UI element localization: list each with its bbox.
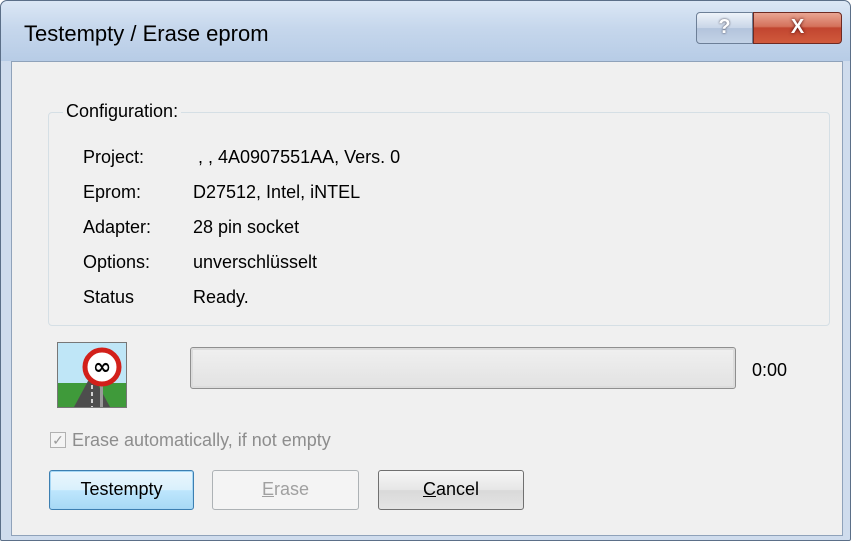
- help-icon: ?: [718, 16, 731, 38]
- adapter-label: Adapter:: [83, 217, 152, 237]
- project-value: , , 4A0907551AA, Vers. 0: [193, 147, 401, 167]
- close-icon: X: [790, 16, 805, 38]
- status-value: Ready.: [193, 287, 249, 307]
- eprom-value: D27512, Intel, iNTEL: [193, 182, 361, 202]
- infinity-road-sign-icon: ∞: [57, 342, 127, 408]
- status-label: Status: [83, 287, 135, 307]
- erase-mnemonic: E: [261, 479, 274, 499]
- svg-text:∞: ∞: [93, 355, 111, 380]
- configuration-legend: Configuration:: [63, 101, 182, 122]
- elapsed-time: 0:00: [752, 360, 788, 380]
- options-label: Options:: [83, 252, 151, 272]
- adapter-value: 28 pin socket: [193, 217, 300, 237]
- options-value: unverschlüsselt: [193, 252, 318, 272]
- progress-bar: [190, 347, 736, 389]
- erase-automatically-label: Erase automatically, if not empty: [72, 430, 331, 450]
- erase-automatically-checkbox[interactable]: ✓: [50, 432, 66, 448]
- config-row-project: Project: , , 4A0907551AA, Vers. 0: [83, 147, 400, 168]
- config-row-status: Status Ready.: [83, 287, 249, 308]
- dialog-window: Testempty / Erase eprom ? X Configuratio…: [0, 0, 851, 541]
- erase-button[interactable]: Erase: [212, 470, 359, 510]
- window-title: Testempty / Erase eprom: [24, 21, 269, 46]
- title-bar[interactable]: Testempty / Erase eprom ? X: [1, 1, 850, 61]
- config-row-eprom: Eprom: D27512, Intel, iNTEL: [83, 182, 360, 203]
- configuration-group: Configuration: Project: , , 4A0907551AA,…: [48, 101, 830, 326]
- close-button[interactable]: X: [753, 12, 842, 44]
- dialog-client-area: Configuration: Project: , , 4A0907551AA,…: [11, 61, 843, 536]
- cancel-mnemonic: C: [422, 479, 436, 499]
- help-button[interactable]: ?: [696, 12, 753, 44]
- config-row-adapter: Adapter: 28 pin socket: [83, 217, 299, 238]
- eprom-label: Eprom:: [83, 182, 142, 202]
- project-label: Project:: [83, 147, 145, 167]
- erase-button-label: rase: [274, 479, 310, 499]
- cancel-button-label: ancel: [435, 479, 480, 499]
- cancel-button[interactable]: Cancel: [378, 470, 524, 510]
- config-row-options: Options: unverschlüsselt: [83, 252, 317, 273]
- testempty-button[interactable]: Testempty: [49, 470, 194, 510]
- testempty-button-label: Testempty: [80, 479, 163, 499]
